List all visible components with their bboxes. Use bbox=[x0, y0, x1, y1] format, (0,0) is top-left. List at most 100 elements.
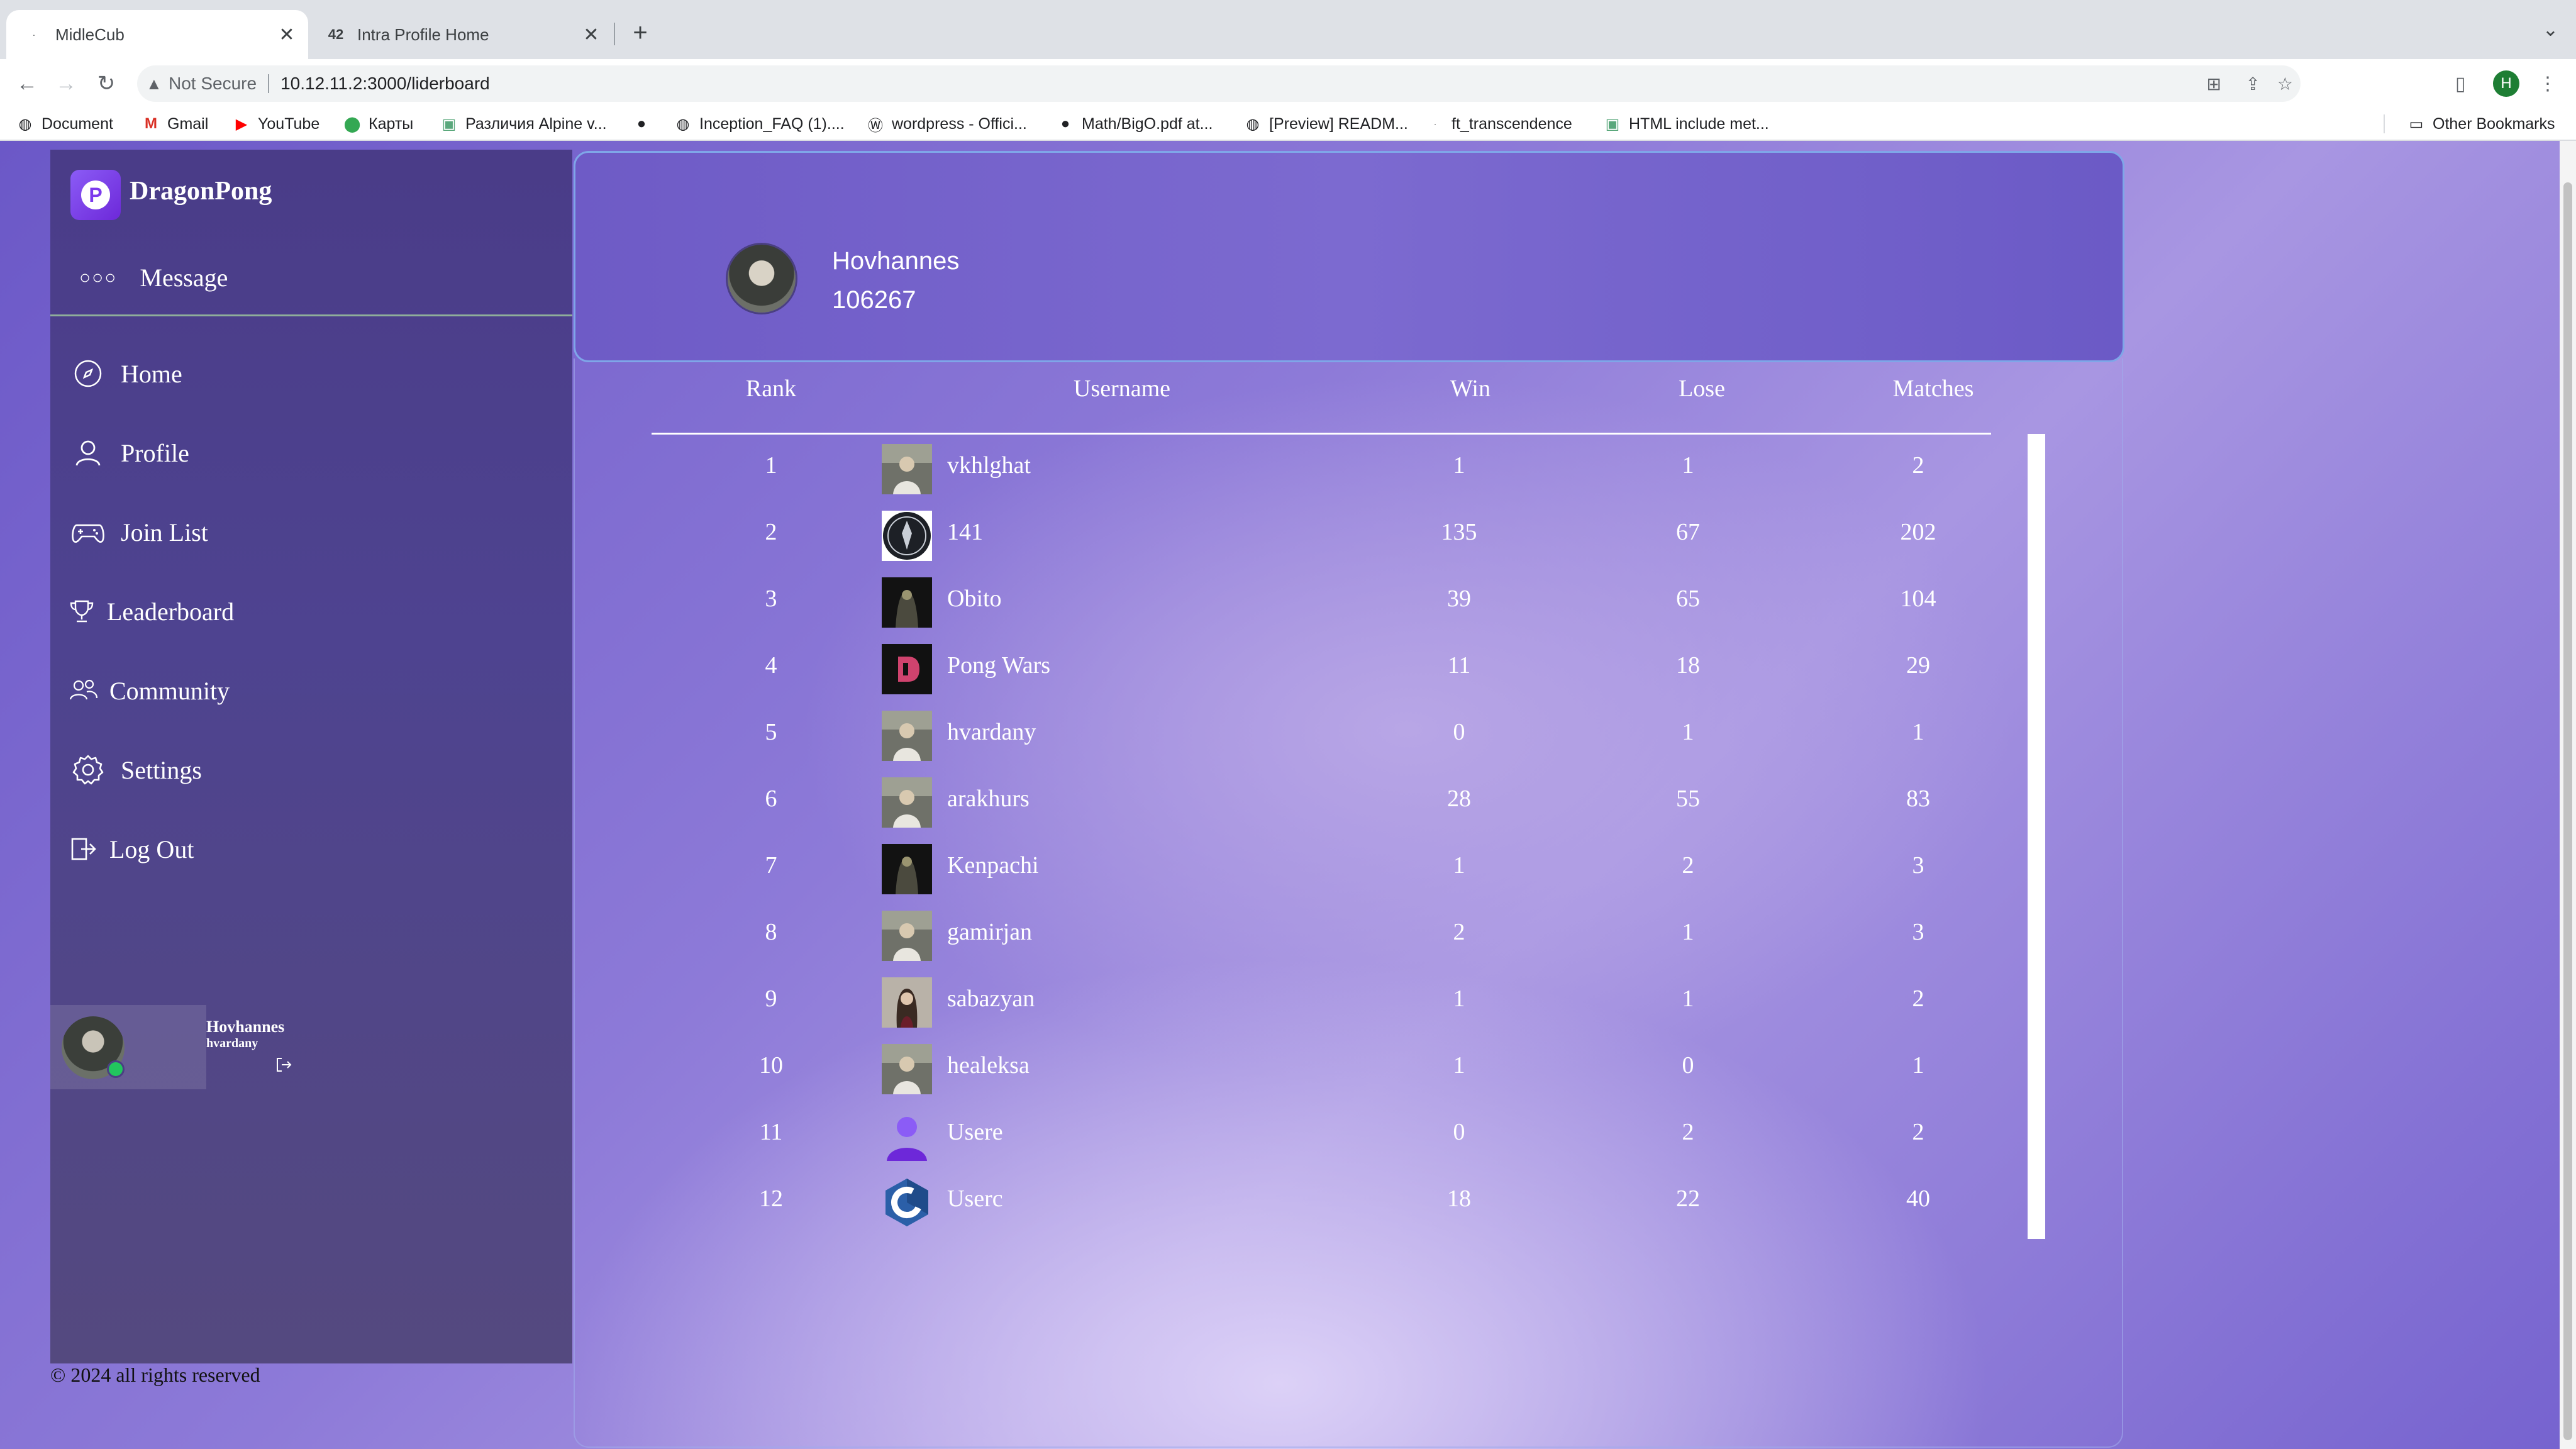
bookmark-label: Карты bbox=[369, 114, 414, 133]
forward-arrow-icon[interactable]: → bbox=[50, 68, 82, 99]
address-bar[interactable]: ▲ Not Secure 10.12.11.2:3000/liderboard … bbox=[137, 65, 2301, 102]
bookmark-preview-readme[interactable]: ◍ [Preview] READM... bbox=[1244, 108, 1408, 140]
avatar[interactable] bbox=[882, 1044, 932, 1094]
bookmark-math-bigo[interactable]: ● Math/BigO.pdf at... bbox=[1057, 108, 1213, 140]
avatar[interactable] bbox=[882, 977, 932, 1028]
username-cell[interactable]: hvardany bbox=[947, 718, 1036, 746]
bookmark-label: Различия Alpine v... bbox=[465, 114, 607, 133]
user-card[interactable] bbox=[50, 1005, 206, 1089]
username-cell[interactable]: Userc bbox=[947, 1185, 1003, 1213]
table-row[interactable]: 3 Obito 39 65 104 bbox=[652, 572, 1991, 639]
tab-search-chevron-icon[interactable]: ⌄ bbox=[2543, 19, 2558, 41]
table-row[interactable]: 11 Usere 0 2 2 bbox=[652, 1106, 1991, 1172]
not-secure-label[interactable]: Not Secure bbox=[169, 74, 257, 94]
translate-icon[interactable]: ⊞ bbox=[2207, 65, 2221, 102]
table-row[interactable]: 4 Pong Wars 11 18 29 bbox=[652, 639, 1991, 706]
bookmark-maps[interactable]: ⬤ Карты bbox=[343, 108, 414, 140]
username-cell[interactable]: Kenpachi bbox=[947, 852, 1039, 879]
bookmark-ft-transcendence[interactable]: · ft_transcendence bbox=[1426, 108, 1572, 140]
matches-cell: 2 bbox=[1912, 452, 1924, 479]
bookmark-html-include[interactable]: ▣ HTML include met... bbox=[1604, 108, 1769, 140]
lose-cell: 2 bbox=[1682, 852, 1694, 879]
leaderboard-header-row: Rank Username Win Lose Matches bbox=[652, 358, 1991, 435]
matches-cell: 104 bbox=[1900, 586, 1936, 612]
sidebar-item-community[interactable]: Community bbox=[67, 672, 230, 709]
page-scrollbar-thumb[interactable] bbox=[2563, 182, 2572, 1440]
table-row[interactable]: 2 141 135 67 202 bbox=[652, 506, 1991, 572]
win-cell: 28 bbox=[1447, 786, 1471, 812]
avatar[interactable] bbox=[882, 711, 932, 761]
bookmark-document[interactable]: ◍ Document bbox=[16, 108, 113, 140]
ellipsis-icon: ○○○ bbox=[79, 267, 118, 288]
table-row[interactable]: 8 gamirjan 2 1 3 bbox=[652, 906, 1991, 972]
sidebar-item-join-list[interactable]: Join List bbox=[69, 513, 208, 551]
gear-icon bbox=[69, 751, 107, 789]
avatar[interactable] bbox=[882, 577, 932, 628]
avatar[interactable] bbox=[882, 444, 932, 494]
profile-button[interactable]: H bbox=[2493, 68, 2519, 99]
sidebar-item-profile[interactable]: Profile bbox=[69, 434, 189, 472]
matches-cell: 3 bbox=[1912, 852, 1924, 879]
tab-midlecub[interactable]: · MidleCub ✕ bbox=[6, 10, 308, 59]
sidebar-item-home[interactable]: Home bbox=[69, 355, 182, 392]
back-arrow-icon[interactable]: ← bbox=[11, 68, 43, 99]
username-cell[interactable]: arakhurs bbox=[947, 785, 1030, 813]
username-cell[interactable]: 141 bbox=[947, 518, 983, 546]
user-logout-icon[interactable] bbox=[274, 1055, 293, 1079]
reload-icon[interactable]: ↻ bbox=[91, 68, 122, 99]
table-row[interactable]: 5 hvardany 0 1 1 bbox=[652, 706, 1991, 772]
close-tab-icon[interactable]: ✕ bbox=[579, 22, 604, 47]
table-row[interactable]: 7 Kenpachi 1 2 3 bbox=[652, 839, 1991, 906]
table-row[interactable]: 10 healeksa 1 0 1 bbox=[652, 1039, 1991, 1106]
bookmark-wordpress[interactable]: Ⓦwordpress - Offici... bbox=[867, 108, 1027, 140]
avatar[interactable] bbox=[882, 1111, 932, 1161]
username-cell[interactable]: vkhlghat bbox=[947, 452, 1031, 479]
bookmark-label: Math/BigO.pdf at... bbox=[1082, 114, 1213, 133]
sidebar-item-leaderboard[interactable]: Leaderboard bbox=[65, 592, 234, 630]
table-row[interactable]: 12 Userc 18 22 40 bbox=[652, 1172, 1991, 1239]
side-panel-icon[interactable]: ▯ bbox=[2455, 68, 2466, 99]
close-tab-icon[interactable]: ✕ bbox=[274, 22, 299, 47]
dragonpong-logo-icon[interactable]: P bbox=[70, 170, 121, 220]
bookmark-youtube[interactable]: ▶ YouTube bbox=[233, 108, 319, 140]
browser-menu-icon[interactable]: ⋮ bbox=[2538, 68, 2557, 99]
avatar[interactable] bbox=[882, 911, 932, 961]
avatar[interactable] bbox=[882, 777, 932, 828]
table-row[interactable]: 9 sabazyan 1 1 2 bbox=[652, 972, 1991, 1039]
tab-intra-profile[interactable]: 42 Intra Profile Home ✕ bbox=[308, 10, 613, 59]
new-tab-plus-icon[interactable]: + bbox=[625, 18, 655, 48]
username-cell[interactable]: Pong Wars bbox=[947, 652, 1050, 679]
username-cell[interactable]: gamirjan bbox=[947, 918, 1032, 946]
table-row[interactable]: 1 vkhlghat 1 1 2 bbox=[652, 439, 1991, 506]
page-icon: ▣ bbox=[441, 115, 457, 133]
sidebar-item-logout[interactable]: Log Out bbox=[67, 830, 194, 868]
avatar[interactable] bbox=[882, 1177, 932, 1228]
bookmark-alpine[interactable]: ▣ Различия Alpine v... bbox=[440, 108, 607, 140]
avatar[interactable] bbox=[882, 511, 932, 561]
url-text[interactable]: 10.12.11.2:3000/liderboard bbox=[280, 74, 490, 94]
rank-cell: 1 bbox=[765, 452, 777, 479]
brand-name[interactable]: DragonPong bbox=[130, 176, 272, 206]
other-bookmarks[interactable]: ▭ Other Bookmarks bbox=[2407, 108, 2555, 140]
profile-avatar-icon[interactable]: H bbox=[2493, 70, 2519, 97]
star-bookmark-icon[interactable]: ☆ bbox=[2277, 65, 2293, 102]
bookmark-github[interactable]: ● bbox=[633, 108, 658, 140]
share-icon[interactable]: ⇪ bbox=[2246, 65, 2260, 102]
username-cell[interactable]: Obito bbox=[947, 585, 1002, 613]
lose-cell: 55 bbox=[1676, 786, 1700, 812]
username-cell[interactable]: sabazyan bbox=[947, 985, 1035, 1013]
avatar[interactable] bbox=[882, 844, 932, 894]
message-button[interactable]: ○○○ Message bbox=[79, 263, 228, 292]
table-scrollbar[interactable] bbox=[2028, 434, 2045, 1239]
warning-triangle-icon[interactable]: ▲ bbox=[146, 74, 169, 94]
avatar[interactable] bbox=[728, 245, 796, 313]
avatar[interactable] bbox=[882, 644, 932, 694]
username-cell[interactable]: healeksa bbox=[947, 1052, 1030, 1079]
bookmark-inception[interactable]: ◍ Inception_FAQ (1).... bbox=[674, 108, 845, 140]
bookmark-gmail[interactable]: M Gmail bbox=[142, 108, 208, 140]
lose-cell: 18 bbox=[1676, 652, 1700, 679]
username-cell[interactable]: Usere bbox=[947, 1118, 1003, 1146]
rank-cell: 7 bbox=[765, 852, 777, 879]
sidebar-item-settings[interactable]: Settings bbox=[69, 751, 202, 789]
table-row[interactable]: 6 arakhurs 28 55 83 bbox=[652, 772, 1991, 839]
